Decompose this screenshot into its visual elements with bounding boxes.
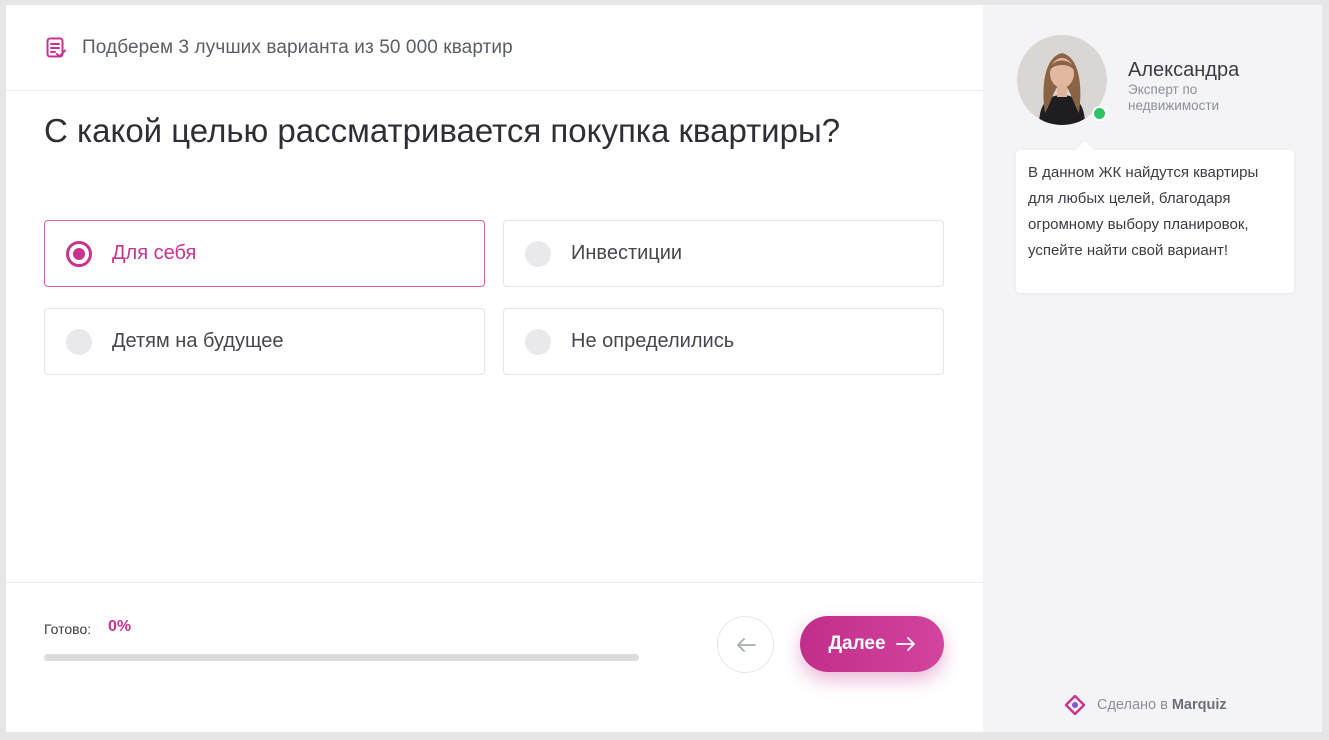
branding-prefix: Сделано в — [1097, 697, 1168, 713]
header-subtitle: Подберем 3 лучших варианта из 50 000 ква… — [82, 36, 513, 58]
quiz-footer: Готово: 0% Далее — [6, 582, 983, 732]
question-title: С какой целью рассматривается покупка кв… — [44, 112, 841, 149]
quiz-main-panel: Подберем 3 лучших варианта из 50 000 ква… — [6, 5, 983, 732]
option-for-children[interactable]: Детям на будущее — [44, 308, 485, 375]
progress-label: Готово: — [44, 621, 92, 637]
checklist-icon — [46, 37, 66, 59]
quiz-window: Подберем 3 лучших варианта из 50 000 ква… — [6, 5, 1322, 732]
radio-button[interactable] — [525, 328, 551, 355]
next-button-label: Далее — [828, 633, 886, 654]
branding-name: Marquiz — [1171, 697, 1227, 713]
option-label: Детям на будущее — [112, 330, 284, 352]
radio-button[interactable] — [66, 328, 92, 355]
arrow-right-icon — [895, 637, 916, 651]
option-label: Инвестиции — [571, 242, 683, 264]
next-button[interactable]: Далее — [800, 616, 944, 672]
option-for-self[interactable]: Для себя — [44, 220, 485, 287]
quiz-header: Подберем 3 лучших варианта из 50 000 ква… — [6, 5, 983, 91]
option-label: Для себя — [112, 242, 197, 264]
option-undecided[interactable]: Не определились — [503, 308, 944, 375]
marquiz-logo-icon — [1065, 695, 1085, 715]
online-status-dot — [1092, 106, 1107, 121]
option-label: Не определились — [571, 330, 735, 352]
expert-role: Эксперт по недвижимости — [1128, 82, 1220, 113]
avatar — [1017, 35, 1107, 125]
option-investment[interactable]: Инвестиции — [503, 220, 944, 287]
expert-sidebar: Александра Эксперт по недвижимости В дан… — [983, 5, 1322, 732]
progress-value: 0% — [108, 618, 132, 635]
expert-message-bubble: В данном ЖК найдутся квартиры для любых … — [1016, 141, 1294, 293]
radio-button[interactable] — [525, 240, 551, 267]
progress-bar — [44, 654, 639, 661]
expert-name: Александра — [1128, 59, 1240, 81]
back-button[interactable] — [717, 616, 774, 673]
marquiz-branding[interactable]: Сделано в Marquiz — [1065, 695, 1227, 715]
arrow-left-icon — [736, 637, 756, 652]
radio-button[interactable] — [66, 240, 92, 267]
